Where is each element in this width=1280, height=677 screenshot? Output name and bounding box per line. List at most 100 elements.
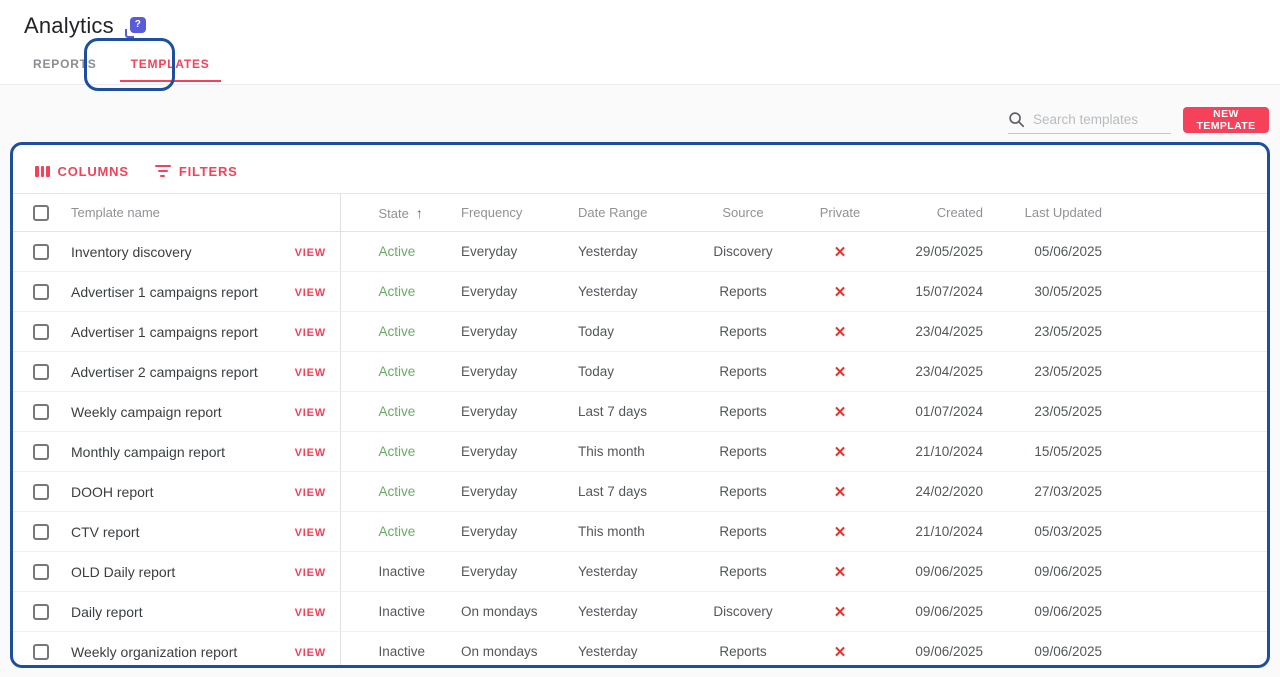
view-link[interactable]: VIEW — [295, 407, 326, 419]
view-link[interactable]: VIEW — [295, 567, 326, 579]
date-range-cell: Yesterday — [573, 232, 685, 272]
source-cell: Discovery — [685, 232, 801, 272]
template-name-cell: Advertiser 1 campaigns report — [59, 312, 281, 352]
column-header-source[interactable]: Source — [685, 194, 801, 232]
row-checkbox[interactable] — [33, 644, 49, 660]
private-cross-icon: ✕ — [834, 404, 847, 421]
private-cell: ✕ — [801, 392, 879, 432]
template-name-cell: Daily report — [59, 592, 281, 632]
private-cell: ✕ — [801, 512, 879, 552]
table-row: OLD Daily report VIEW Inactive Everyday … — [13, 552, 1267, 592]
table-row: Daily report VIEW Inactive On mondays Ye… — [13, 592, 1267, 632]
column-header-frequency[interactable]: Frequency — [459, 194, 573, 232]
private-cross-icon: ✕ — [834, 364, 847, 381]
row-checkbox[interactable] — [33, 564, 49, 580]
template-name-cell: Weekly campaign report — [59, 392, 281, 432]
row-checkbox[interactable] — [33, 364, 49, 380]
view-link[interactable]: VIEW — [295, 647, 326, 659]
search-icon — [1008, 111, 1025, 128]
row-checkbox[interactable] — [33, 244, 49, 260]
view-link[interactable]: VIEW — [295, 607, 326, 619]
created-cell: 15/07/2024 — [879, 272, 983, 312]
private-cross-icon: ✕ — [834, 484, 847, 501]
private-cell: ✕ — [801, 272, 879, 312]
private-cross-icon: ✕ — [834, 524, 847, 541]
row-checkbox[interactable] — [33, 444, 49, 460]
frequency-cell: Everyday — [459, 552, 573, 592]
frequency-cell: Everyday — [459, 232, 573, 272]
columns-button[interactable]: COLUMNS — [35, 164, 129, 179]
table-header: Template name State↑ Frequency Date Rang… — [13, 194, 1267, 232]
row-checkbox[interactable] — [33, 324, 49, 340]
frequency-cell: Everyday — [459, 512, 573, 552]
tab-templates[interactable]: TEMPLATES — [114, 42, 227, 85]
column-header-created[interactable]: Created — [879, 194, 983, 232]
view-link[interactable]: VIEW — [295, 447, 326, 459]
view-link[interactable]: VIEW — [295, 527, 326, 539]
state-value: Inactive — [379, 564, 426, 579]
row-checkbox[interactable] — [33, 284, 49, 300]
last-updated-cell: 27/03/2025 — [983, 472, 1102, 512]
column-header-private[interactable]: Private — [801, 194, 879, 232]
column-header-last-updated[interactable]: Last Updated — [983, 194, 1102, 232]
view-link[interactable]: VIEW — [295, 247, 326, 259]
table-toolbar: COLUMNS FILTERS — [13, 145, 1267, 193]
select-all-checkbox[interactable] — [33, 205, 49, 221]
view-link[interactable]: VIEW — [295, 287, 326, 299]
view-link[interactable]: VIEW — [295, 327, 326, 339]
last-updated-cell: 23/05/2025 — [983, 312, 1102, 352]
state-cell: Inactive — [340, 592, 459, 632]
created-cell: 09/06/2025 — [879, 632, 983, 669]
table-row: Monthly campaign report VIEW Active Ever… — [13, 432, 1267, 472]
row-checkbox[interactable] — [33, 604, 49, 620]
source-cell: Reports — [685, 392, 801, 432]
last-updated-cell: 09/06/2025 — [983, 632, 1102, 669]
date-range-cell: Yesterday — [573, 632, 685, 669]
created-cell: 24/02/2020 — [879, 472, 983, 512]
state-cell: Inactive — [340, 552, 459, 592]
view-link[interactable]: VIEW — [295, 487, 326, 499]
table-row: Advertiser 2 campaigns report VIEW Activ… — [13, 352, 1267, 392]
state-value: Active — [379, 324, 416, 339]
last-updated-cell: 15/05/2025 — [983, 432, 1102, 472]
source-cell: Reports — [685, 632, 801, 669]
source-cell: Reports — [685, 512, 801, 552]
view-link[interactable]: VIEW — [295, 367, 326, 379]
search-input[interactable] — [1033, 112, 1171, 127]
help-icon[interactable]: ? — [124, 17, 146, 39]
table-header-row: Template name State↑ Frequency Date Rang… — [13, 194, 1267, 232]
table-row: DOOH report VIEW Active Everyday Last 7 … — [13, 472, 1267, 512]
row-checkbox[interactable] — [33, 524, 49, 540]
column-header-state[interactable]: State↑ — [340, 194, 459, 232]
filters-button[interactable]: FILTERS — [155, 164, 238, 179]
template-name-cell: DOOH report — [59, 472, 281, 512]
new-template-button[interactable]: NEW TEMPLATE — [1183, 107, 1269, 133]
private-cross-icon: ✕ — [834, 564, 847, 581]
private-cell: ✕ — [801, 632, 879, 669]
state-cell: Active — [340, 392, 459, 432]
row-checkbox[interactable] — [33, 484, 49, 500]
date-range-cell: This month — [573, 432, 685, 472]
last-updated-cell: 05/06/2025 — [983, 232, 1102, 272]
state-value: Active — [379, 404, 416, 419]
template-name-cell: Inventory discovery — [59, 232, 281, 272]
created-cell: 09/06/2025 — [879, 592, 983, 632]
created-cell: 01/07/2024 — [879, 392, 983, 432]
columns-icon — [35, 166, 50, 177]
table-row: Advertiser 1 campaigns report VIEW Activ… — [13, 272, 1267, 312]
tab-bar: REPORTS TEMPLATES — [16, 42, 227, 85]
private-cross-icon: ✕ — [834, 244, 847, 261]
row-checkbox[interactable] — [33, 404, 49, 420]
last-updated-cell: 23/05/2025 — [983, 352, 1102, 392]
last-updated-cell: 05/03/2025 — [983, 512, 1102, 552]
table-row: Weekly campaign report VIEW Active Every… — [13, 392, 1267, 432]
state-cell: Active — [340, 512, 459, 552]
state-value: Active — [379, 244, 416, 259]
tab-reports[interactable]: REPORTS — [16, 42, 114, 85]
frequency-cell: On mondays — [459, 632, 573, 669]
column-header-template-name[interactable]: Template name — [59, 194, 281, 232]
created-cell: 23/04/2025 — [879, 352, 983, 392]
private-cross-icon: ✕ — [834, 604, 847, 621]
state-cell: Active — [340, 232, 459, 272]
column-header-date-range[interactable]: Date Range — [573, 194, 685, 232]
